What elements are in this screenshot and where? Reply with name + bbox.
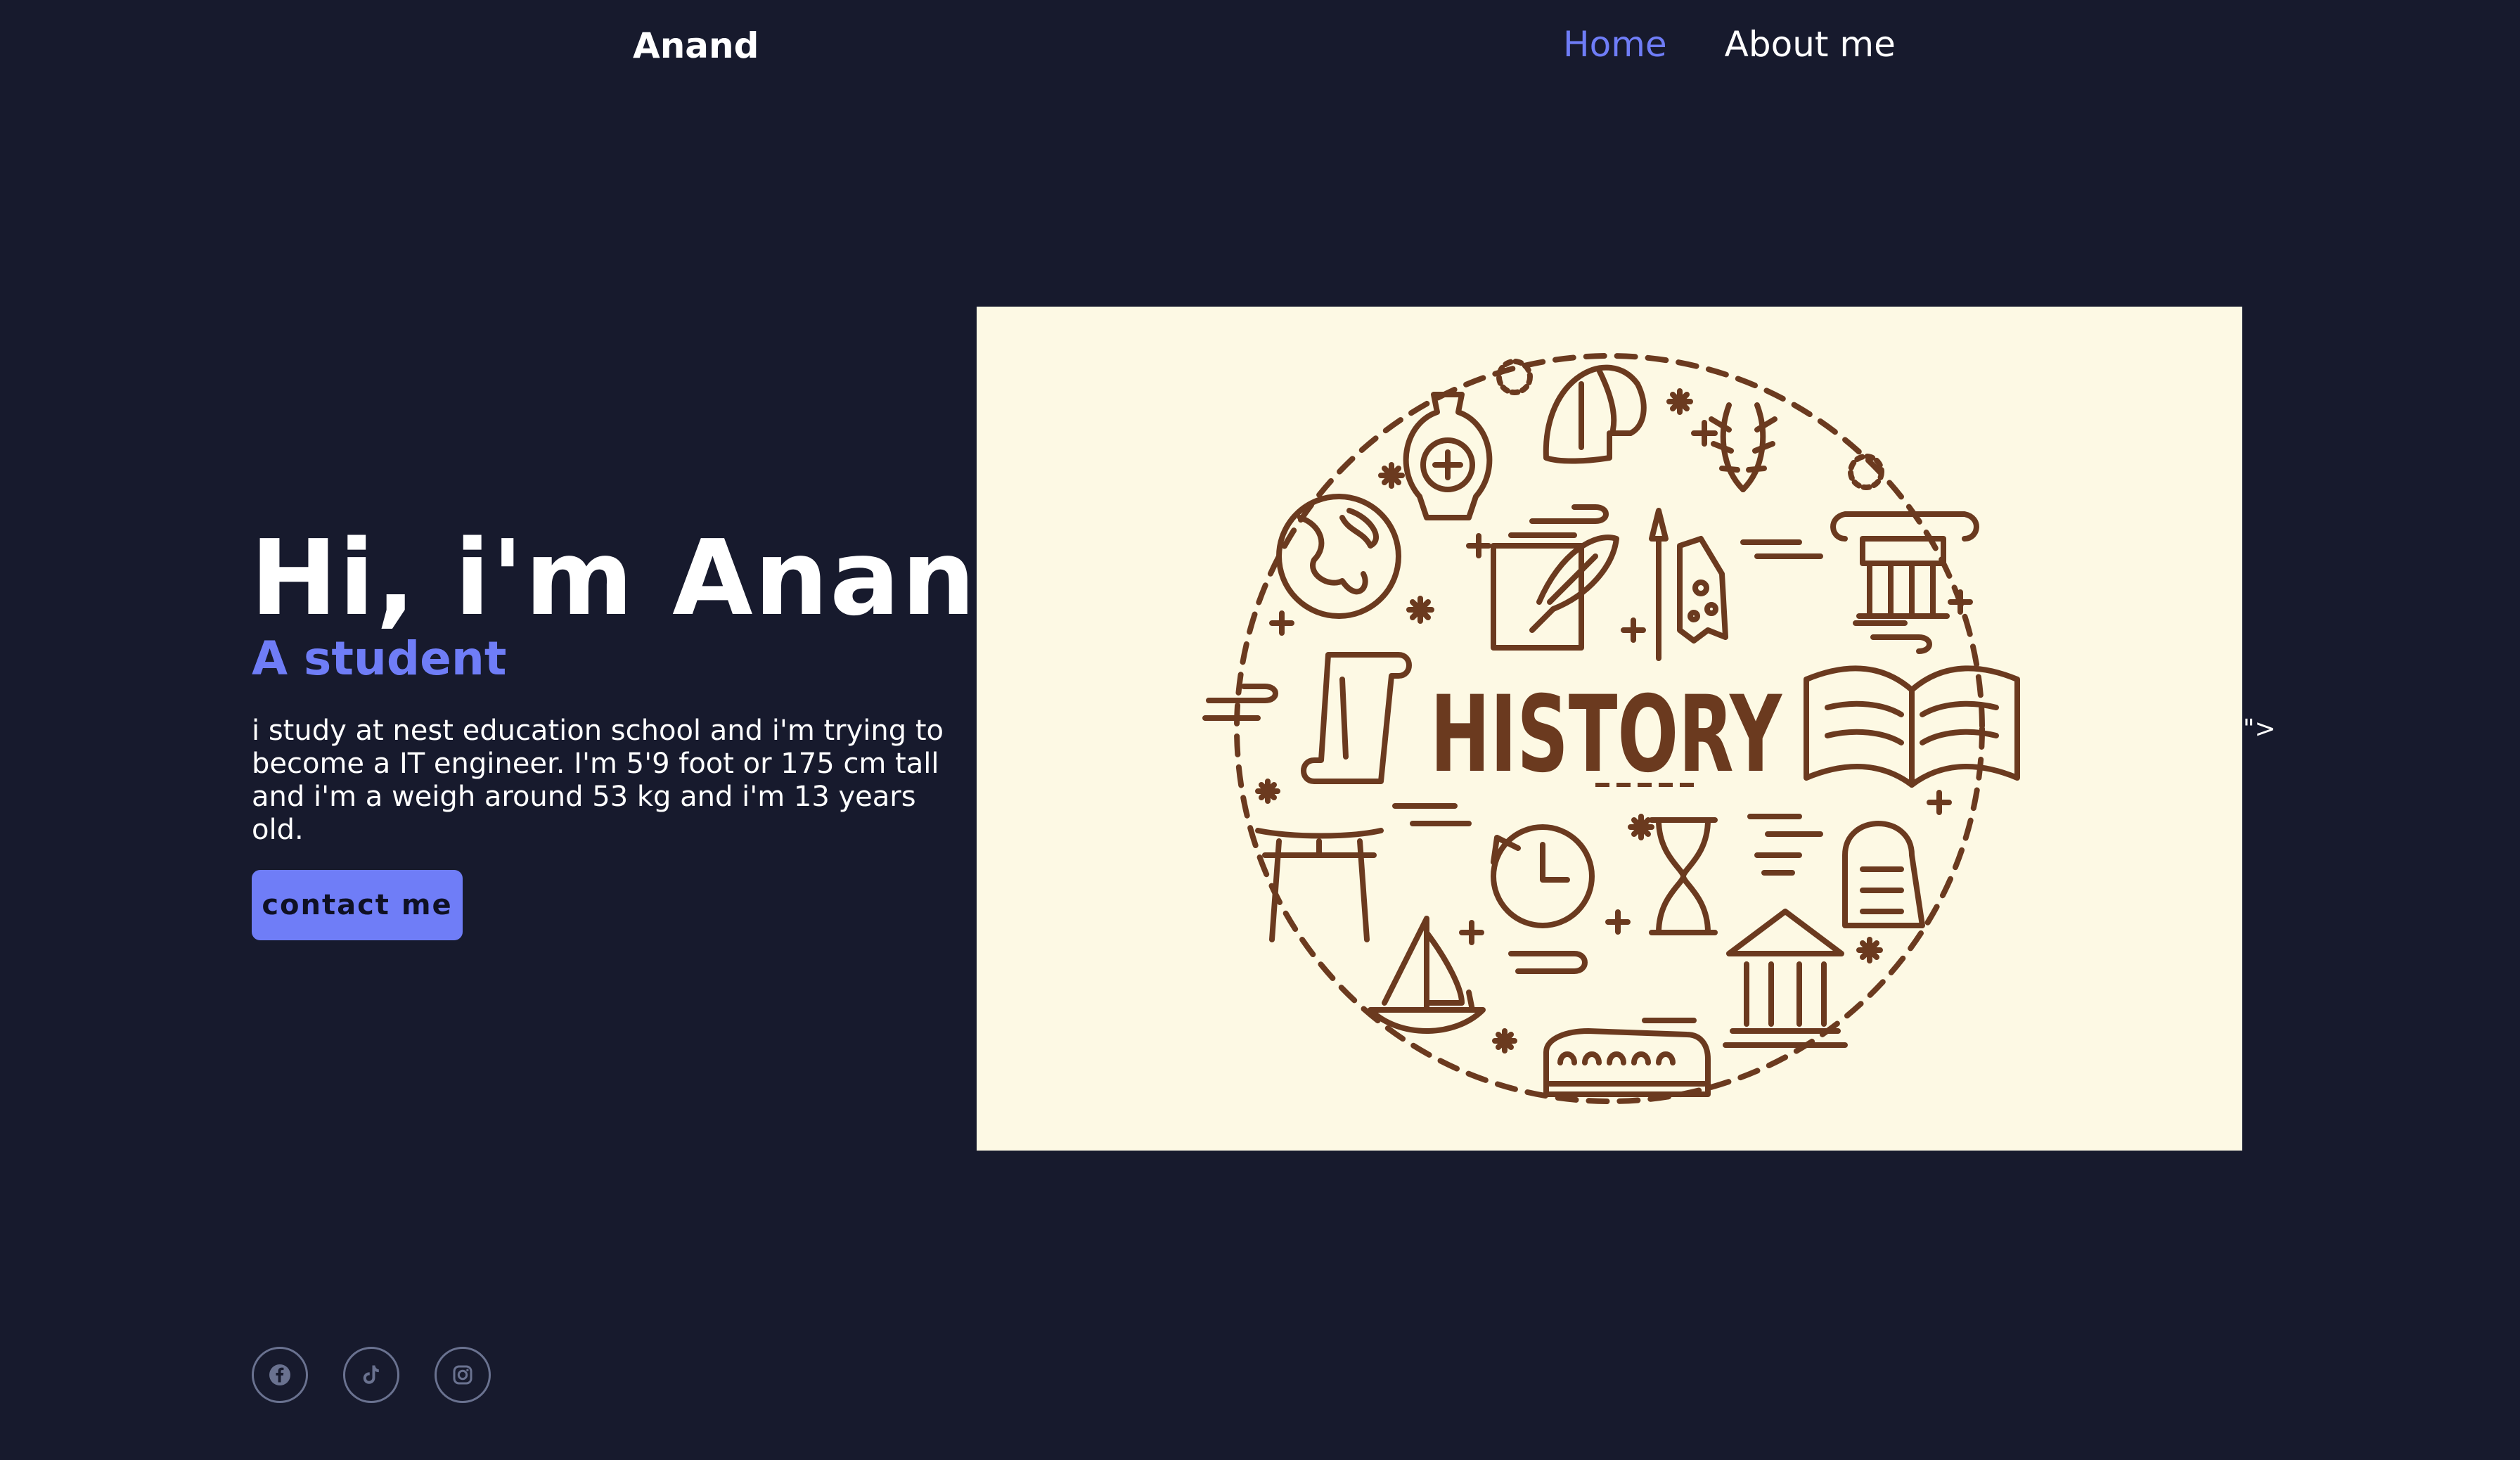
facebook-link[interactable]: [252, 1347, 308, 1403]
laurel-icon: [1709, 402, 1778, 492]
hero-description: i study at nest education school and i'm…: [252, 715, 944, 846]
tiktok-link[interactable]: [343, 1347, 399, 1403]
social-links: [252, 1347, 491, 1403]
contact-button[interactable]: contact me: [252, 870, 463, 940]
history-illustration: HISTORY: [977, 307, 2242, 1151]
ruin-icon: [1677, 536, 1728, 643]
spear-icon: [1649, 508, 1669, 661]
instagram-link[interactable]: [435, 1347, 491, 1403]
brand-logo[interactable]: Anand: [633, 25, 759, 66]
torii-gate-icon: [1255, 828, 1384, 942]
vase-icon: [1403, 392, 1493, 520]
hero-title: Hi, i'm Anand: [250, 518, 1053, 639]
helmet-icon: [1543, 364, 1647, 464]
document-quill-icon: [1491, 534, 1619, 651]
instagram-icon: [453, 1365, 472, 1385]
colosseum-icon: [1543, 1028, 1711, 1097]
clock-icon: [1491, 824, 1595, 928]
hourglass-icon: [1649, 817, 1718, 935]
nav-link-home[interactable]: Home: [1563, 24, 1667, 65]
nav-link-about[interactable]: About me: [1725, 24, 1896, 65]
stray-markup-text: ">: [2243, 715, 2276, 743]
tombstone-icon: [1842, 821, 1925, 928]
temple-icon: [1723, 909, 1848, 1048]
main-nav: Home About me: [1563, 24, 1896, 65]
hero-subtitle: A student: [252, 632, 507, 686]
book-icon: [1804, 665, 2020, 788]
tiktok-icon: [363, 1365, 379, 1384]
page: Anand Home About me Hi, i'm Anand A stud…: [0, 0, 2520, 1460]
history-illustration-svg: HISTORY: [1202, 353, 2020, 1104]
scroll-icon: [1301, 652, 1412, 784]
history-title: HISTORY: [1430, 674, 1783, 796]
globe-icon: [1276, 494, 1401, 619]
facebook-icon: [269, 1364, 290, 1385]
